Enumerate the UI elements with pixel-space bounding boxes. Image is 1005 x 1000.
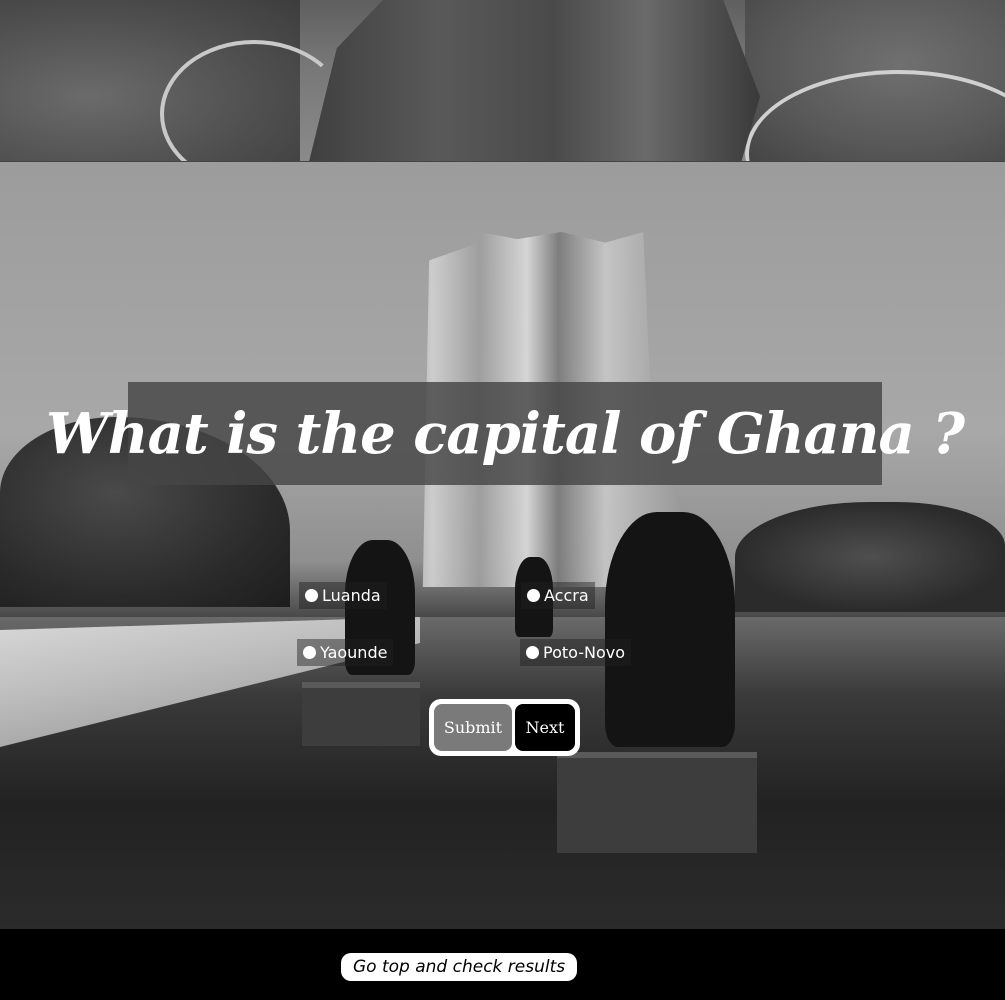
question-text: What is the capital of Ghana ? <box>45 400 965 467</box>
submit-button[interactable]: Submit <box>434 704 512 751</box>
option-label: Luanda <box>322 586 381 605</box>
option-accra[interactable]: Accra <box>521 582 595 609</box>
quiz-section: What is the capital of Ghana ? Luanda Ac… <box>0 162 1005 929</box>
header-banner-image <box>0 0 1005 162</box>
option-poto-novo[interactable]: Poto-Novo <box>520 639 632 666</box>
answer-options: Luanda Accra Yaounde Poto-Novo <box>285 582 715 669</box>
check-results-link[interactable]: Go top and check results <box>341 953 578 981</box>
background-pedestal <box>302 682 420 746</box>
radio-icon[interactable] <box>305 589 318 602</box>
next-button[interactable]: Next <box>515 704 575 751</box>
background-pedestal <box>557 752 757 853</box>
radio-icon[interactable] <box>303 646 316 659</box>
radio-icon[interactable] <box>527 589 540 602</box>
background-trees-right <box>735 502 1005 612</box>
question-box: What is the capital of Ghana ? <box>46 382 965 485</box>
quiz-buttons: Submit Next <box>429 699 580 756</box>
banner-statue <box>309 0 760 161</box>
option-yaounde[interactable]: Yaounde <box>297 639 394 666</box>
option-label: Yaounde <box>320 643 388 662</box>
option-label: Accra <box>544 586 589 605</box>
radio-icon[interactable] <box>526 646 539 659</box>
footer: Go top and check results <box>0 929 1005 1000</box>
option-label: Poto-Novo <box>543 643 626 662</box>
option-luanda[interactable]: Luanda <box>299 582 387 609</box>
